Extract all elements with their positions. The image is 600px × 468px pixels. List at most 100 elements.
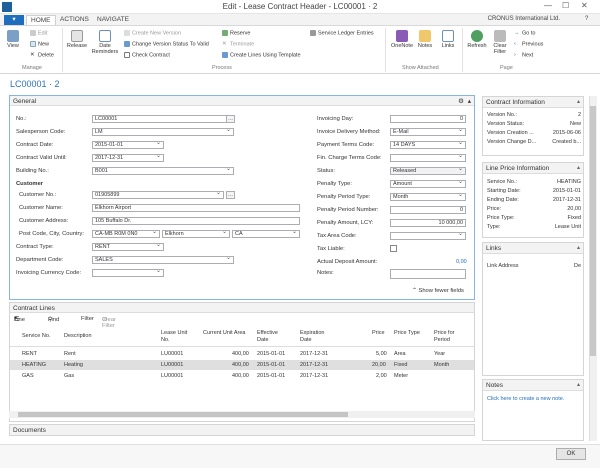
filter-button[interactable]: Filter <box>81 316 94 322</box>
horizontal-scroll-thumb[interactable] <box>18 412 348 417</box>
edit-icon <box>30 30 36 36</box>
tax-area-field[interactable] <box>390 232 466 240</box>
building-field[interactable]: B001 <box>92 167 234 175</box>
no-assist-button[interactable]: … <box>226 115 235 123</box>
line-menu-button[interactable]: ☰ Line ▾ <box>14 316 25 323</box>
create-new-version-button[interactable]: Create New Version <box>124 30 181 36</box>
payment-terms-field[interactable]: 14 DAYS <box>390 141 466 149</box>
settings-icon[interactable]: ⚙ <box>458 97 464 105</box>
notes-field[interactable] <box>390 269 466 279</box>
previous-button[interactable]: ‹ Previous <box>514 41 543 47</box>
country-field[interactable]: CA <box>232 230 300 238</box>
manage-group-label: Manage <box>22 65 42 71</box>
penalty-period-number-field[interactable]: 0 <box>390 206 466 214</box>
customer-no-field[interactable]: 01905899 <box>92 191 224 199</box>
invoicing-currency-label: Invoicing Currency Code: <box>16 270 82 276</box>
penalty-type-field[interactable]: Amount <box>390 180 466 188</box>
onenote-button[interactable]: OneNote <box>390 30 414 49</box>
new-button[interactable]: New <box>30 41 49 47</box>
view-button[interactable]: View <box>4 30 22 49</box>
maximize-icon[interactable]: ☐ <box>562 1 569 10</box>
general-header[interactable]: General ⚙ ▴ <box>10 96 474 106</box>
collapse-icon[interactable]: ▴ <box>468 97 471 105</box>
city-field[interactable]: Elkhorn <box>162 230 230 238</box>
next-button[interactable]: › Next <box>514 52 533 58</box>
table-row[interactable]: GAS Gas LU00001 400,00 2015-01-01 2017-1… <box>10 371 474 381</box>
tab-home[interactable]: HOME <box>26 15 56 25</box>
contract-information-factbox: Contract Information Version No.:2 Versi… <box>482 96 584 156</box>
actual-deposit-value[interactable]: 0,00 <box>456 259 467 265</box>
col-price-type[interactable]: Price Type <box>394 330 420 337</box>
contract-date-label: Contract Date: <box>16 142 54 148</box>
delete-icon: ✕ <box>30 52 35 58</box>
links-button[interactable]: Links <box>438 30 458 49</box>
documents-panel-header[interactable]: Documents <box>9 424 475 436</box>
customer-no-label: Customer No.: <box>19 192 57 198</box>
invoice-delivery-field[interactable]: E-Mail <box>390 128 466 136</box>
penalty-amount-field[interactable]: 10 000,00 <box>390 219 466 227</box>
col-price[interactable]: Price <box>372 330 385 337</box>
fin-charge-field[interactable] <box>390 154 466 162</box>
ribbon-tabs: ▾ HOME ACTIONS NAVIGATE CRONUS Internati… <box>0 14 600 26</box>
goto-button[interactable]: → Go to <box>514 30 535 36</box>
notes-button[interactable]: Notes <box>414 30 436 49</box>
contract-information-header[interactable]: Contract Information <box>483 97 583 108</box>
edit-button[interactable]: Edit <box>30 30 47 36</box>
price-type-row: Price Type: Fixed <box>487 215 581 221</box>
salesperson-field[interactable]: LM <box>92 128 234 136</box>
col-price-for-period[interactable]: Price for Period <box>434 330 466 344</box>
delete-button[interactable]: ✕ Delete <box>30 52 54 58</box>
release-button[interactable]: Release <box>66 30 88 49</box>
change-version-status-button[interactable]: Change Version Status To Valid <box>124 41 209 47</box>
building-label: Building No.: <box>16 168 49 174</box>
notes-header[interactable]: Notes <box>483 380 583 391</box>
tab-actions[interactable]: ACTIONS <box>60 16 89 23</box>
status-field[interactable]: Released <box>390 167 466 175</box>
customer-name-field[interactable]: Elkhorn Airport <box>92 204 300 212</box>
reserve-button[interactable]: Reserve <box>222 30 250 36</box>
col-effective-date[interactable]: Effective Date <box>257 330 287 344</box>
invoicing-currency-field[interactable] <box>92 269 164 277</box>
department-field[interactable]: SALES <box>92 256 234 264</box>
refresh-button[interactable]: Refresh <box>466 30 488 49</box>
customer-address-label: Customer Address: <box>19 218 69 224</box>
date-reminders-button[interactable]: Date Reminders <box>90 30 120 55</box>
check-contract-button[interactable]: Check Contract <box>124 52 170 58</box>
tax-liable-checkbox[interactable] <box>390 245 397 252</box>
no-field[interactable]: LC00001 <box>92 115 234 123</box>
contract-date-field[interactable]: 2015-01-01 <box>92 141 164 149</box>
customer-address-field[interactable]: 105 Buffalo Dr. <box>92 217 300 225</box>
no-label: No.: <box>16 116 27 122</box>
post-code-field[interactable]: CA-MB R0M 0N0 <box>92 230 160 238</box>
valid-until-field[interactable]: 2017-12-31 <box>92 154 164 162</box>
invoicing-day-field[interactable]: 0 <box>390 115 466 123</box>
links-header[interactable]: Links <box>483 243 583 254</box>
table-row[interactable]: HEATING Heating LU00001 400,00 2015-01-0… <box>10 360 474 370</box>
clear-filter-button[interactable]: Clear Filter <box>489 30 511 55</box>
minimize-icon[interactable]: — <box>544 1 552 10</box>
col-expiration-date[interactable]: Expiration Date <box>300 330 336 344</box>
customer-no-assist-button[interactable]: … <box>226 191 235 199</box>
penalty-amount-label: Penalty Amount, LCY: <box>317 220 374 226</box>
create-lines-template-button[interactable]: Create Lines Using Template <box>222 52 301 58</box>
contract-type-field[interactable]: RENT <box>92 243 164 251</box>
page-title: LC00001 · 2 <box>10 79 60 89</box>
table-row[interactable]: RENT Rent LU00001 400,00 2015-01-01 2017… <box>10 349 474 359</box>
show-fewer-fields-link[interactable]: ⌃ Show fewer fields <box>412 288 464 294</box>
terminate-button[interactable]: ✕ Terminate <box>222 41 254 47</box>
tab-navigate[interactable]: NAVIGATE <box>97 16 129 23</box>
ok-button[interactable]: OK <box>556 448 586 460</box>
contract-lines-header[interactable]: Contract Lines <box>10 303 474 313</box>
vertical-scroll-thumb[interactable] <box>590 106 596 356</box>
col-current-unit-area[interactable]: Current Unit Area <box>203 330 253 337</box>
col-lease-unit[interactable]: Lease Unit No. <box>161 330 197 344</box>
service-ledger-entries-button[interactable]: Service Ledger Entries <box>310 30 374 36</box>
col-service-no[interactable]: Service No. <box>22 333 50 340</box>
create-note-link[interactable]: Click here to create a new note. <box>487 396 581 402</box>
penalty-period-type-field[interactable]: Month <box>390 193 466 201</box>
line-price-information-header[interactable]: Line Price Information <box>483 163 583 174</box>
col-description[interactable]: Description <box>64 333 92 340</box>
close-icon[interactable]: ✕ <box>581 1 588 10</box>
help-icon[interactable]: ? <box>585 16 588 22</box>
file-menu-button[interactable]: ▾ <box>4 15 24 25</box>
